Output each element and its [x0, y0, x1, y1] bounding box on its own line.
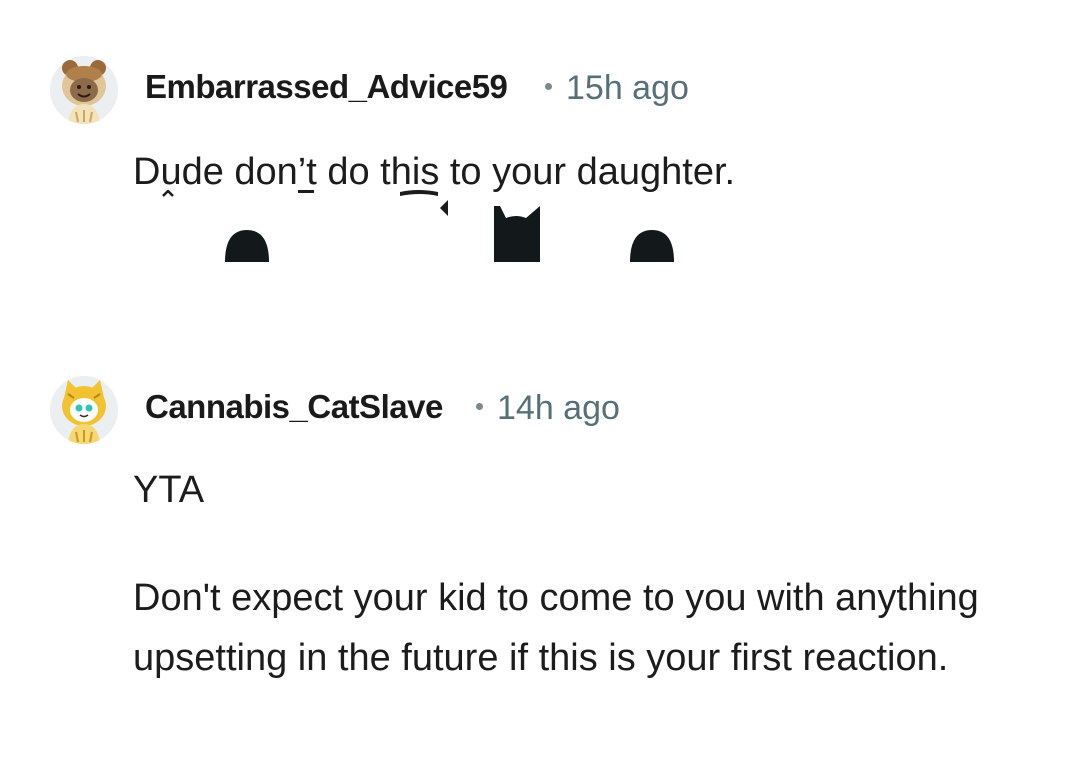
comment-body-paragraph: YTA [133, 469, 205, 511]
comment: Embarrassed_Advice59 15h ago Dude don’t … [0, 40, 1080, 193]
clipped-text-fragment [162, 190, 674, 262]
avatar[interactable] [50, 56, 118, 124]
comment-header: Cannabis_CatSlave 14h ago [0, 360, 1080, 450]
avatar[interactable] [50, 376, 118, 444]
separator-dot [545, 82, 552, 90]
username[interactable]: Embarrassed_Advice59 [145, 68, 508, 106]
bear-hood-avatar-icon [50, 56, 118, 124]
separator-dot [476, 402, 483, 410]
comment: Cannabis_CatSlave 14h ago YTA Don't expe… [0, 360, 1080, 679]
timestamp: 15h ago [566, 69, 689, 107]
comment-body-paragraph: Don't expect your kid to come to you wit… [133, 577, 979, 679]
cat-hood-avatar-icon [50, 376, 118, 444]
comment-meta: 15h ago [545, 69, 689, 108]
timestamp: 14h ago [497, 389, 620, 427]
username[interactable]: Cannabis_CatSlave [145, 388, 443, 426]
comment-header: Embarrassed_Advice59 15h ago [0, 40, 1080, 130]
comment-meta: 14h ago [476, 389, 620, 428]
